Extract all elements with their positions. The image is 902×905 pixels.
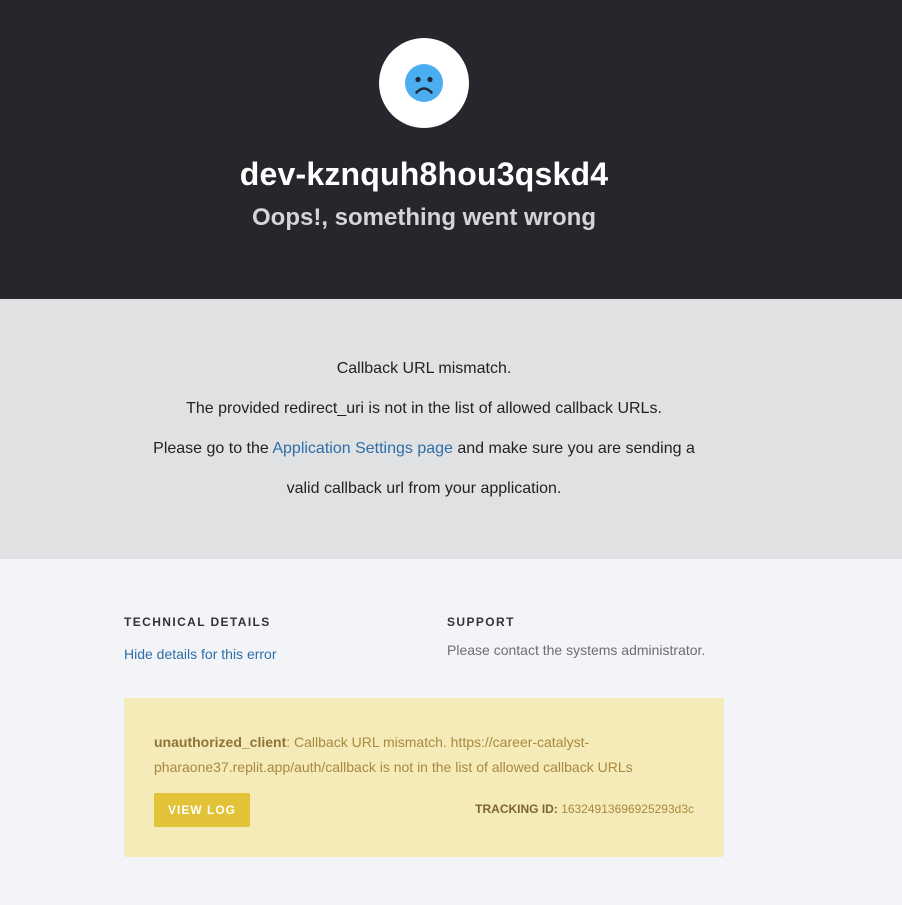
error-details-box: unauthorized_client: Callback URL mismat… — [124, 698, 724, 857]
view-log-button[interactable]: VIEW LOG — [154, 793, 250, 827]
error-separator: : — [286, 734, 295, 750]
tracking-id-label: TRACKING ID: — [475, 802, 558, 816]
message-line-4: valid callback url from your application… — [286, 480, 562, 497]
message-line-3-start: Please go to the — [153, 440, 273, 457]
tracking-id-value: 16324913696925293d3c — [561, 802, 694, 816]
sad-face-icon — [405, 64, 443, 102]
error-code: unauthorized_client — [154, 734, 287, 750]
details-section: TECHNICAL DETAILS Hide details for this … — [0, 559, 902, 905]
tenant-title: dev-kznquh8hou3qskd4 — [239, 156, 609, 192]
avatar — [379, 38, 469, 128]
message-line-1: Callback URL mismatch. — [336, 360, 512, 377]
technical-details-heading: TECHNICAL DETAILS — [124, 615, 271, 629]
application-settings-link[interactable]: Application Settings page — [272, 440, 453, 457]
support-text: Please contact the systems administrator… — [447, 642, 706, 658]
error-subtitle: Oops!, something went wrong — [252, 204, 596, 231]
error-header: dev-kznquh8hou3qskd4 Oops!, something we… — [0, 0, 902, 299]
tracking-id: TRACKING ID: 16324913696925293d3c — [475, 802, 694, 816]
error-description: unauthorized_client: Callback URL mismat… — [154, 730, 694, 780]
support-heading: SUPPORT — [447, 615, 515, 629]
hide-details-link[interactable]: Hide details for this error — [124, 646, 277, 662]
message-line-2: The provided redirect_uri is not in the … — [186, 400, 662, 417]
message-line-3: Please go to the Application Settings pa… — [0, 439, 848, 459]
message-line-3-end: and make sure you are sending a — [452, 440, 695, 457]
error-message: Callback URL mismatch. The provided redi… — [0, 299, 902, 559]
